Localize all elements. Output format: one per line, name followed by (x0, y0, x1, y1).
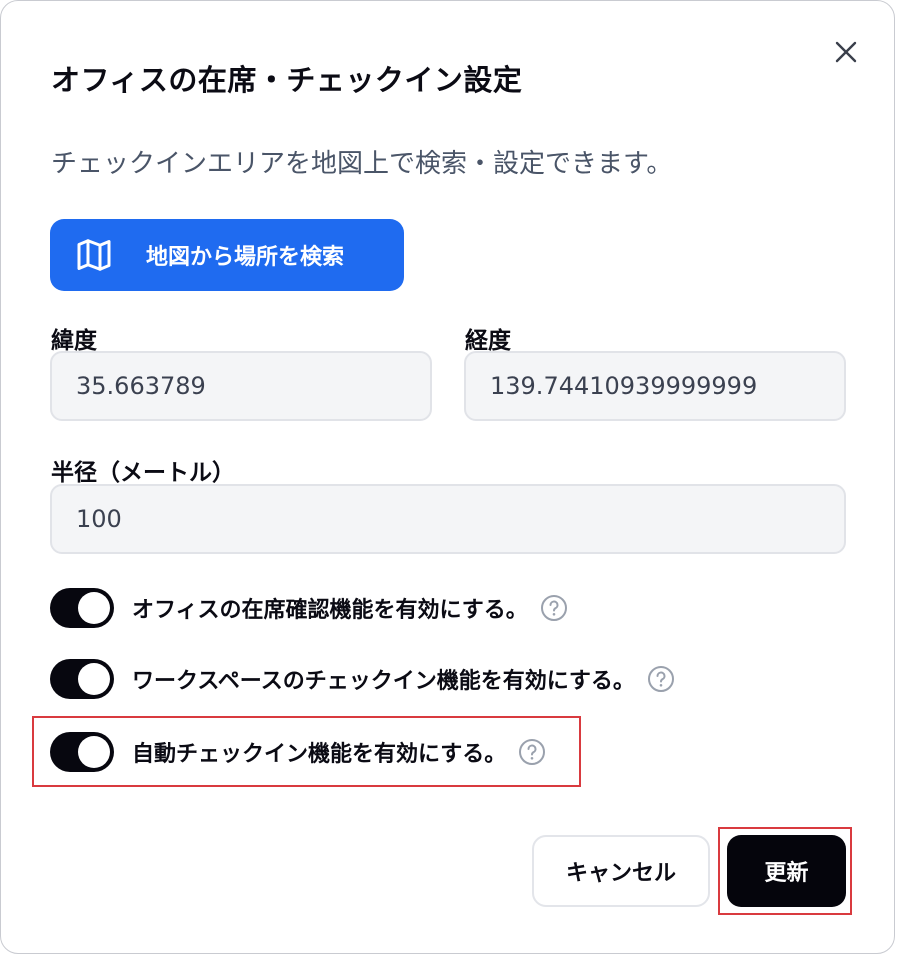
question-circle-icon[interactable] (647, 665, 675, 693)
workspace-checkin-toggle[interactable] (50, 659, 114, 699)
office-attendance-toggle[interactable] (50, 588, 114, 628)
office-checkin-settings-dialog: オフィスの在席・チェックイン設定 チェックインエリアを地図上で検索・設定できます… (0, 0, 895, 954)
latitude-label: 緯度 (51, 328, 97, 354)
longitude-label: 経度 (465, 328, 511, 354)
office-attendance-toggle-label: オフィスの在席確認機能を有効にする。 (132, 598, 528, 623)
question-circle-icon[interactable] (540, 594, 568, 622)
auto-checkin-toggle-label: 自動チェックイン機能を有効にする。 (132, 742, 507, 767)
longitude-input[interactable] (464, 351, 846, 421)
map-search-button[interactable]: 地図から場所を検索 (50, 219, 404, 291)
dialog-title: オフィスの在席・チェックイン設定 (51, 63, 523, 97)
toggle-row-office-attendance: オフィスの在席確認機能を有効にする。 (50, 588, 568, 628)
radius-label: 半径（メートル） (51, 460, 235, 486)
latitude-input[interactable] (50, 351, 432, 421)
toggle-row-workspace-checkin: ワークスペースのチェックイン機能を有効にする。 (50, 659, 675, 699)
dialog-description: チェックインエリアを地図上で検索・設定できます。 (51, 149, 673, 179)
toggle-knob (78, 663, 110, 695)
cancel-button[interactable]: キャンセル (532, 835, 710, 907)
radius-input[interactable] (50, 484, 846, 554)
question-circle-icon[interactable] (518, 738, 546, 766)
toggle-knob (78, 592, 110, 624)
toggle-knob (78, 736, 110, 768)
close-icon (835, 41, 857, 63)
close-button[interactable] (829, 35, 863, 69)
toggle-row-auto-checkin: 自動チェックイン機能を有効にする。 (50, 732, 546, 772)
map-search-label: 地図から場所を検索 (146, 245, 345, 270)
auto-checkin-toggle[interactable] (50, 732, 114, 772)
map-icon (77, 239, 111, 271)
update-button[interactable]: 更新 (727, 835, 846, 907)
workspace-checkin-toggle-label: ワークスペースのチェックイン機能を有効にする。 (132, 669, 635, 694)
